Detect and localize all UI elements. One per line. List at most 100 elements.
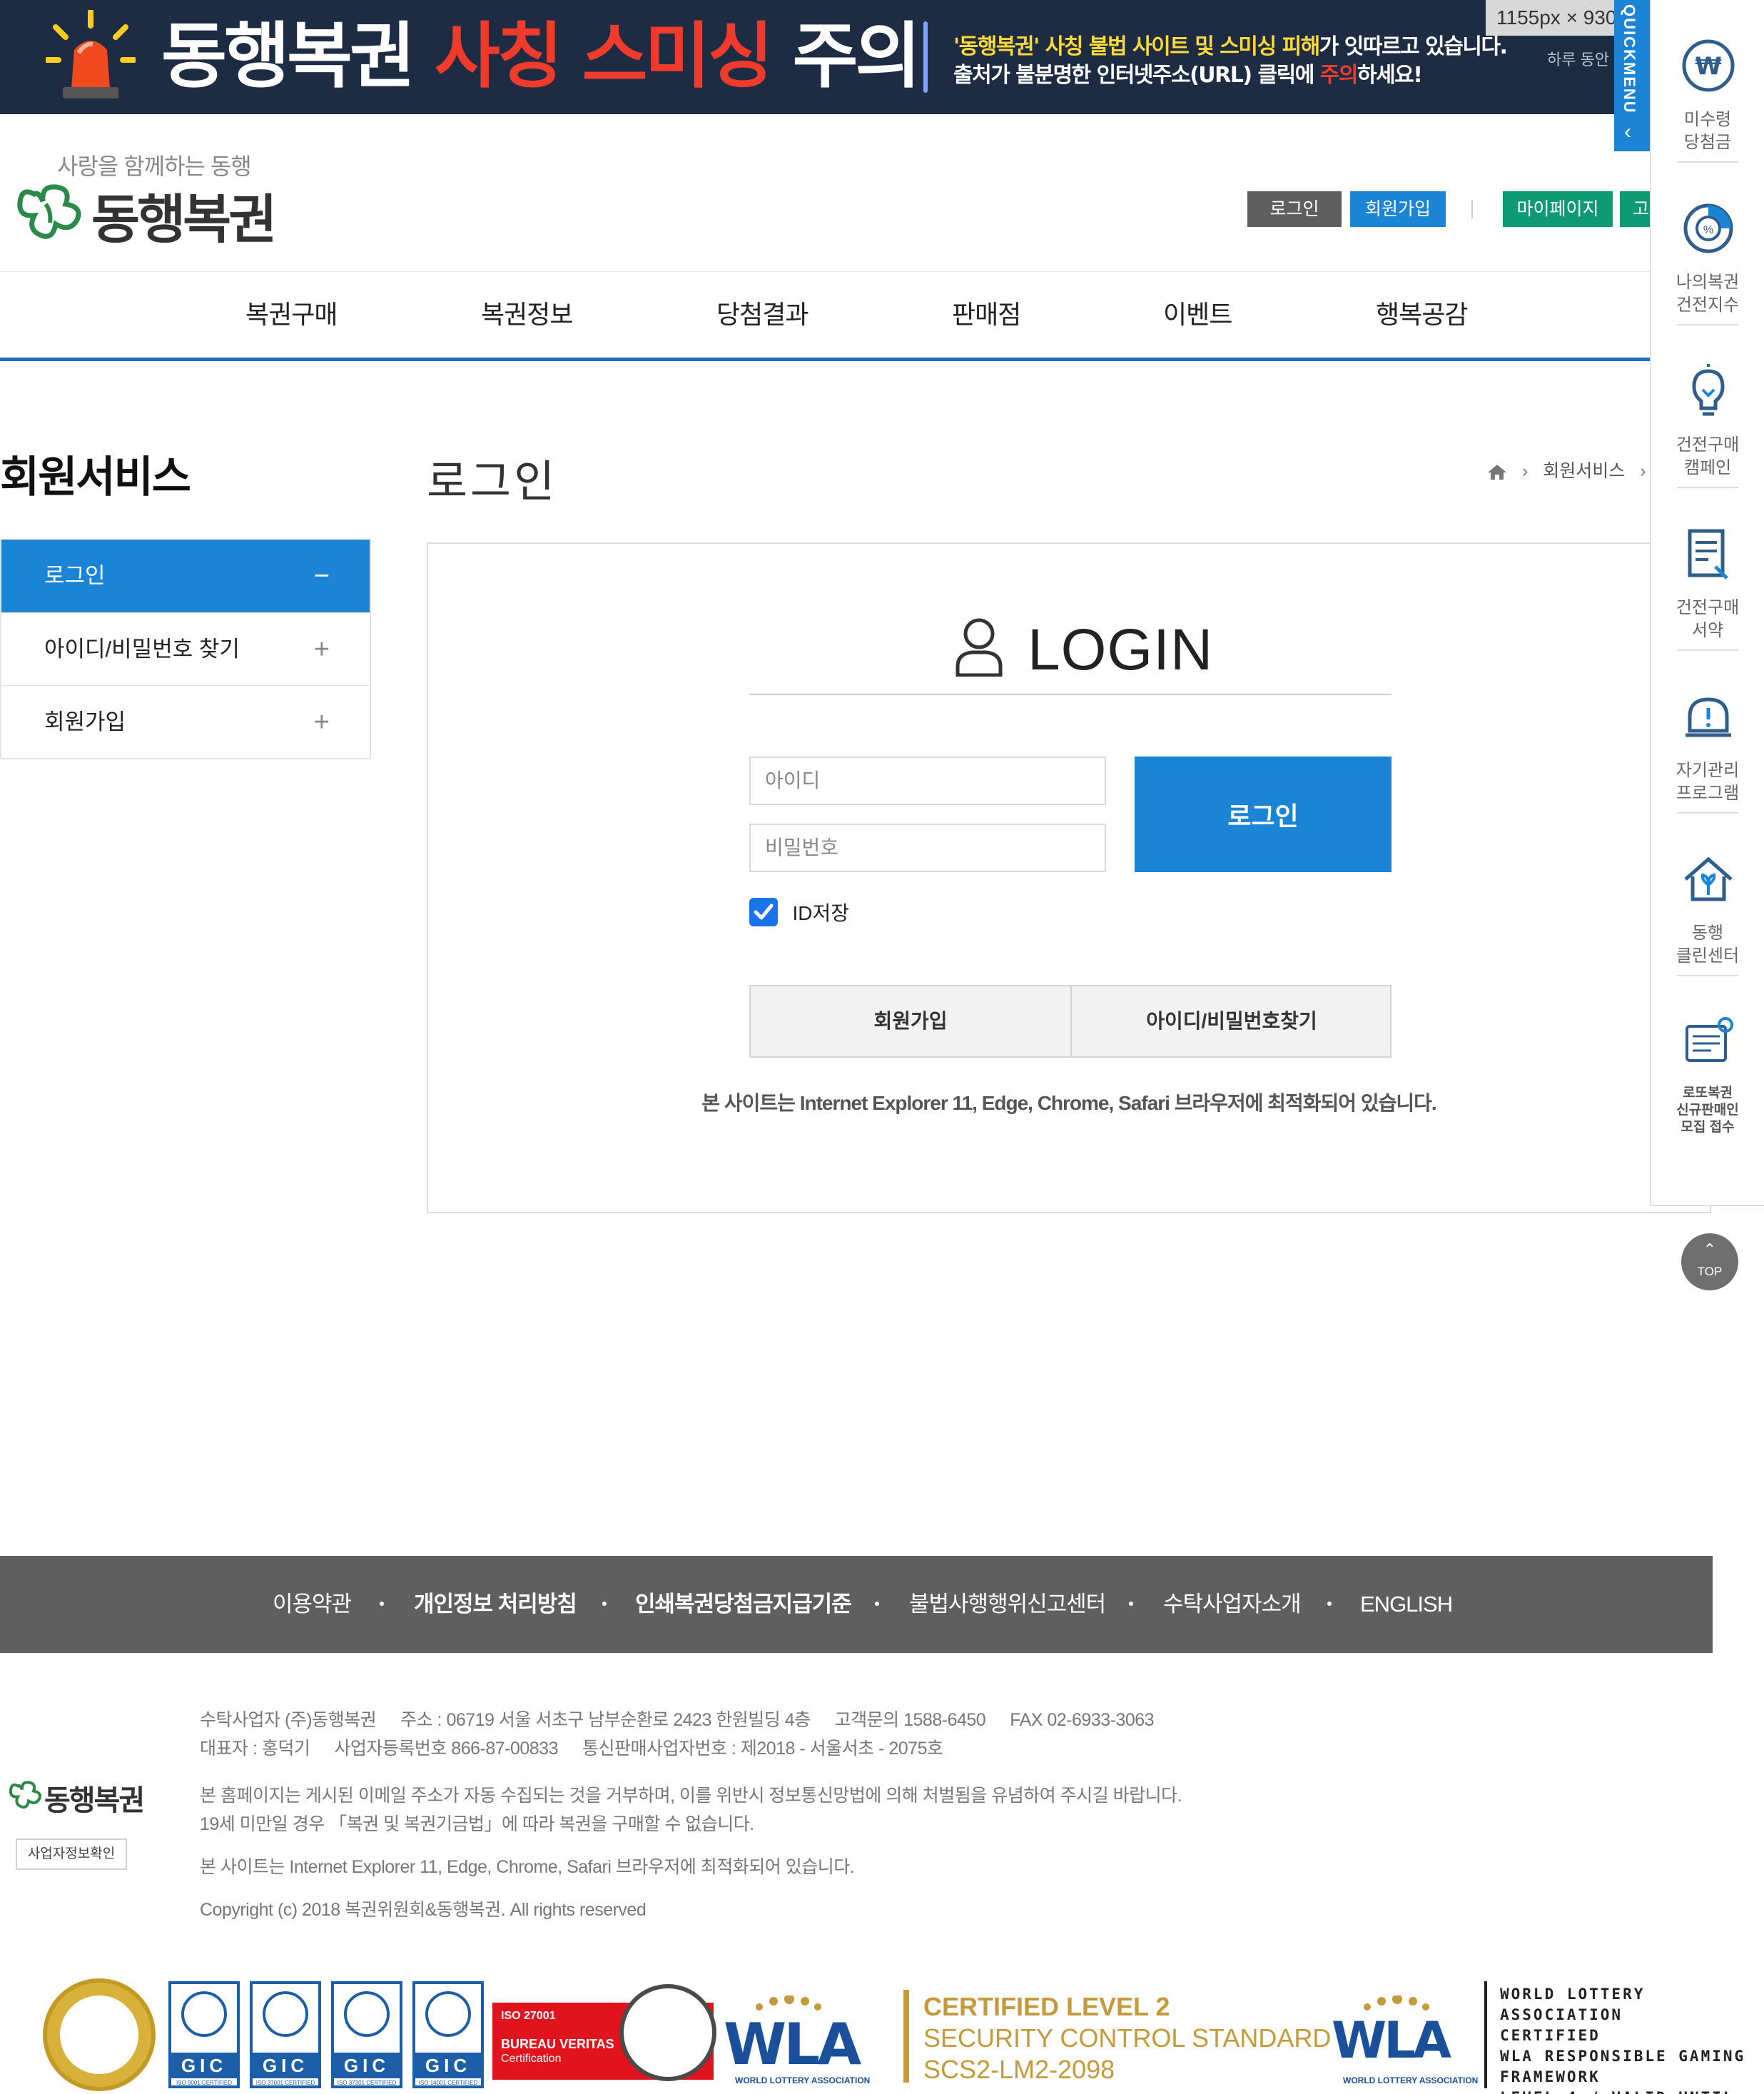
join-link[interactable]: 회원가입 <box>1350 191 1446 227</box>
login-heading-text: LOGIN <box>1028 617 1214 682</box>
chevron-left-icon: ‹ <box>1624 120 1631 143</box>
quickmenu: ₩ 미수령 당첨금 % 나의복권 건전지수 건전구매 캠페인 건전구매 서약 자… <box>1650 0 1764 1206</box>
business-info-button[interactable]: 사업자정보확인 <box>16 1838 127 1870</box>
breadcrumb: › 회원서비스 › <box>1487 457 1656 485</box>
join-button[interactable]: 회원가입 <box>751 986 1070 1056</box>
sidebar-item-label: 로그인 <box>44 563 106 588</box>
login-panel: LOGIN 로그인 ID저장 회원가입 아이디/비밀번호찾기 본 사이트는 In… <box>427 542 1711 1213</box>
quickmenu-tab-label: QUICKMENU <box>1621 4 1638 114</box>
svg-text:%: % <box>1703 224 1713 236</box>
login-link[interactable]: 로그인 <box>1247 191 1342 227</box>
gnb-stores[interactable]: 판매점 <box>952 272 1021 358</box>
quickmenu-label: 로또복권 신규판매인 모집 접수 <box>1676 1086 1739 1135</box>
chevron-up-icon: ⌃ <box>1703 1240 1717 1258</box>
banner-divider <box>923 21 928 93</box>
quickmenu-toggle[interactable]: QUICKMENU ‹ <box>1614 0 1650 151</box>
banner-subtext-1: '동행복권' 사칭 불법 사이트 및 스미싱 피해가 잇따르고 있습니다. <box>953 34 1508 59</box>
gnb-happiness[interactable]: 행복공감 <box>1376 272 1468 358</box>
footer-navigation: 이용약관 개인정보 처리방침 인쇄복권당첨금지급기준 불법사행행위신고센터 수탁… <box>0 1556 1713 1653</box>
gic-badge: GIC ISO 14001 CERTIFIED <box>412 1981 484 2088</box>
footer-operator: 수탁사업자 (주)동행복권 <box>200 1710 377 1730</box>
quickmenu-label: 미수령 당첨금 <box>1683 110 1732 152</box>
bureau-veritas-badge: ISO 27001 BUREAU VERITAS Certification <box>492 1984 716 2081</box>
footer-link-operator-intro[interactable]: 수탁사업자소개 <box>1163 1556 1302 1653</box>
site-logo[interactable]: 사랑을 함께하는 동행 동행복권 <box>13 148 277 251</box>
alert-bell-icon <box>1686 697 1731 737</box>
percent-gauge-icon: % <box>1683 203 1733 253</box>
quickmenu-health-index[interactable]: % 나의복권 건전지수 <box>1651 163 1764 325</box>
save-id-option[interactable]: ID저장 <box>749 898 849 929</box>
account-actions: 회원가입 아이디/비밀번호찾기 <box>749 985 1392 1058</box>
header-separator <box>1471 200 1473 218</box>
scroll-top-label: TOP <box>1697 1265 1723 1278</box>
certification-strip: GIC ISO 9001 CERTIFIED GIC ISO 37001 CERTI… <box>0 1970 1764 2094</box>
quickmenu-label: 나의복권 건전지수 <box>1676 273 1740 315</box>
footer-email-notice: 본 홈페이지는 게시된 이메일 주소가 자동 수집되는 것을 거부하며, 이를 … <box>200 1786 1182 1806</box>
footer-logo: 동행복권 <box>7 1776 150 1817</box>
footer-nav-dot <box>602 1602 607 1606</box>
gic-badge: GIC ISO 37001 CERTIFIED <box>250 1981 321 2088</box>
gnb-events[interactable]: 이벤트 <box>1163 272 1232 358</box>
customer-center-link[interactable]: 고 <box>1620 191 1651 227</box>
quickmenu-label: 건전구매 캠페인 <box>1676 435 1740 477</box>
sidebar-item-login[interactable]: 로그인 − <box>1 540 370 612</box>
footer-link-english[interactable]: ENGLISH <box>1360 1556 1453 1653</box>
responsible-gaming-cert: WORLD LOTTERY ASSOCIATION CERTIFIED WLA … <box>1500 1986 1746 2094</box>
gnb-lottery-purchase[interactable]: 복권구매 <box>245 272 338 358</box>
footer-nav-dot <box>380 1602 384 1606</box>
password-input[interactable] <box>749 824 1106 872</box>
footer-company-info: 수탁사업자 (주)동행복권 주소 : 06719 서울 서초구 남부순환로 242… <box>200 1706 1178 1731</box>
quickmenu-new-retailer[interactable]: 로또복권 신규판매인 모집 접수 <box>1651 976 1764 1139</box>
collapse-icon: − <box>313 561 330 591</box>
gnb-results[interactable]: 당첨결과 <box>716 272 808 358</box>
footer-ecommerce-number: 통신판매사업자번호 : 제2018 - 서울서초 - 2075호 <box>582 1739 943 1759</box>
sidebar-item-join[interactable]: 회원가입 + <box>1 685 370 758</box>
wla-logo: WLA WORLD LOTTERY ASSOCIATION <box>1332 1996 1481 2088</box>
security-control-standard-cert: CERTIFIED LEVEL 2 SECURITY CONTROL STAND… <box>923 1992 1332 2084</box>
phishing-warning-banner[interactable]: 동행복권 사칭 스미싱 주의 '동행복권' 사칭 불법 사이트 및 스미싱 피해… <box>0 0 1650 114</box>
clover-logo-icon <box>9 1781 41 1809</box>
banner-dismiss-today[interactable]: 하루 동안 <box>1547 47 1609 70</box>
sidebar-item-label: 아이디/비밀번호 찾기 <box>44 637 240 662</box>
quickmenu-campaign[interactable]: 건전구매 캠페인 <box>1651 325 1764 488</box>
user-icon <box>956 618 1003 677</box>
sidebar-item-label: 회원가입 <box>44 709 126 734</box>
quickmenu-unclaimed-prize[interactable]: ₩ 미수령 당첨금 <box>1651 0 1764 163</box>
footer-link-instant-prize-rules[interactable]: 인쇄복권당첨금지급기준 <box>635 1556 852 1653</box>
footer-nav-dot <box>875 1602 879 1606</box>
quickmenu-self-care[interactable]: 자기관리 프로그램 <box>1651 651 1764 814</box>
footer-nav-dot <box>1129 1602 1133 1606</box>
won-coin-icon: ₩ <box>1682 39 1735 92</box>
sidebar-menu: 로그인 − 아이디/비밀번호 찾기 + 회원가입 + <box>0 540 371 759</box>
chevron-right-icon: › <box>1640 461 1646 481</box>
footer-link-privacy[interactable]: 개인정보 처리방침 <box>414 1556 577 1653</box>
footer-biz-number: 사업자등록번호 866-87-00833 <box>334 1739 558 1759</box>
cert-divider <box>903 1990 909 2083</box>
browser-support-note: 본 사이트는 Internet Explorer 11, Edge, Chrom… <box>701 1092 1436 1114</box>
mypage-link[interactable]: 마이페이지 <box>1503 191 1613 227</box>
logo-wordmark: 동행복권 <box>91 189 277 251</box>
find-id-pw-button[interactable]: 아이디/비밀번호찾기 <box>1072 986 1392 1056</box>
quickmenu-pledge[interactable]: 건전구매 서약 <box>1651 488 1764 651</box>
siren-icon <box>46 10 136 98</box>
username-input[interactable] <box>749 757 1106 805</box>
save-id-checkbox[interactable] <box>749 898 778 926</box>
footer-logo-wordmark: 동행복권 <box>44 1784 145 1817</box>
footer-phone: 고객문의 1588-6450 <box>834 1710 986 1730</box>
gic-badge: GIC ISO 37301 CERTIFIED <box>331 1981 402 2088</box>
checkmark-icon <box>754 904 774 920</box>
home-icon[interactable] <box>1487 463 1507 480</box>
sidebar-item-find-id-pw[interactable]: 아이디/비밀번호 찾기 + <box>1 612 370 685</box>
breadcrumb-item[interactable]: 회원서비스 <box>1543 461 1625 481</box>
quickmenu-label: 동행 클린센터 <box>1676 924 1740 966</box>
footer-link-report-center[interactable]: 불법사행행위신고센터 <box>909 1556 1106 1653</box>
quickmenu-clean-center[interactable]: 동행 클린센터 <box>1651 814 1764 976</box>
scroll-top-button[interactable]: ⌃ TOP <box>1681 1233 1738 1290</box>
footer-link-terms[interactable]: 이용약관 <box>273 1556 352 1653</box>
gnb-lottery-info[interactable]: 복권정보 <box>481 272 573 358</box>
footer-fax: FAX 02-6933-3063 <box>1010 1710 1155 1730</box>
login-submit-button[interactable]: 로그인 <box>1135 757 1392 872</box>
house-sprout-icon <box>1684 856 1733 901</box>
banner-headline: 동행복권 사칭 스미싱 주의 <box>161 14 921 98</box>
footer-age-notice: 19세 미만일 경우 「복권 및 복권기금법」에 따라 복권을 구매할 수 없습… <box>200 1814 754 1834</box>
